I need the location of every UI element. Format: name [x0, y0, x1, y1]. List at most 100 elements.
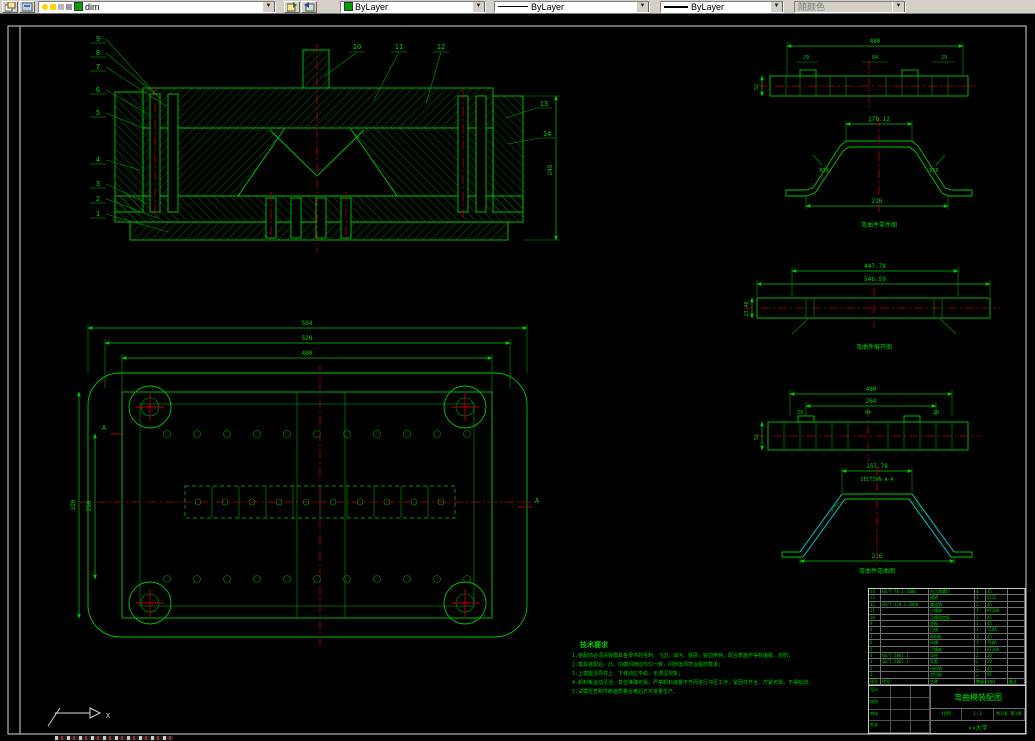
callout-5: 5	[96, 109, 100, 117]
layer-combo[interactable]: dim ▼	[38, 0, 276, 13]
layer-combo-value: dim	[85, 1, 100, 12]
strip-top-d3: 29	[941, 55, 947, 61]
plan-dim-inner: 480	[302, 350, 313, 357]
make-layer-current-icon	[286, 1, 297, 11]
signature-row: 设计	[869, 686, 930, 698]
plan-dim-mid: 520	[302, 335, 313, 342]
layer-states-button[interactable]	[19, 0, 35, 13]
callout-9: 9	[96, 35, 100, 43]
strip-layout-view-top[interactable]: 480 29 84 29 52	[754, 38, 978, 110]
callout-3: 3	[96, 180, 100, 188]
layer-previous-button[interactable]	[301, 0, 317, 13]
flat-caption: 弯曲件展开图	[856, 343, 892, 351]
organization-name: ××大学	[968, 724, 988, 732]
plan-dim-left1: 320	[70, 499, 77, 510]
linetype-sample-icon	[498, 6, 528, 7]
section-aa-view[interactable]: 157.78 SECTION A-A 216 弯曲件弯曲图	[781, 463, 973, 575]
bom-table: 14 GB/T 70.1-2000 内六角螺钉 4 45 13 模柄 1 Q235 12 G…	[869, 589, 1025, 686]
drawing-name: 弯曲模装配图	[931, 686, 1025, 709]
notes-title: 技术要求	[580, 641, 608, 649]
scale-row: 比例 1:1 共1张 第1张	[931, 709, 1025, 721]
callout-7: 7	[96, 63, 100, 71]
ucs-x-label: X	[106, 712, 111, 720]
signature-row: 批准	[869, 721, 930, 733]
plotstyle-combo-arrow: ▼	[892, 1, 905, 12]
color-combo[interactable]: ByLayer ▼	[340, 0, 486, 13]
layer-color-swatch	[74, 2, 83, 11]
callout-10: 10	[353, 43, 361, 51]
screw-holes	[163, 430, 471, 583]
strip-bottom-d3: 29	[933, 410, 939, 416]
flat-pattern-view[interactable]: 447.78 546.59 23.48 弯曲件展开图	[744, 263, 1000, 351]
plan-dimensions: 584 520 480 320 250	[70, 320, 528, 619]
sheet-info: 共1张 第1张	[994, 709, 1025, 720]
scale-value: 1:1	[962, 709, 994, 720]
lineweight-combo-value: ByLayer	[691, 1, 725, 12]
color-combo-value: ByLayer	[355, 1, 389, 12]
layer-lock-icon	[58, 3, 64, 10]
flat-left-dim: 23.48	[744, 301, 750, 316]
current-color-swatch	[344, 2, 353, 11]
linetype-combo[interactable]: ByLayer ▼	[494, 0, 650, 13]
strip-top-d2: 84	[872, 55, 878, 61]
ucs-icon: X	[47, 707, 111, 727]
title-block: 14 GB/T 70.1-2000 内六角螺钉 4 45 13 模柄 1 Q235 12 G…	[868, 588, 1026, 734]
linetype-combo-arrow[interactable]: ▼	[636, 1, 649, 12]
signature-row: 审核	[869, 709, 930, 722]
note-line: 2.模具装配后，凸、凹模间隙应均匀一致，间隙值须符合图样要求；	[572, 662, 724, 668]
layers-dialog-button[interactable]	[2, 0, 18, 13]
strip-bottom-w: 480	[866, 386, 877, 393]
drawing-name-column: 弯曲模装配图 比例 1:1 共1张 第1张 ××大学	[931, 686, 1025, 733]
bend-r-right: R10	[929, 168, 938, 174]
callout-12: 12	[437, 43, 445, 51]
strip-top-h: 52	[754, 84, 760, 90]
note-line: 3.上模座沿导柱上、下移动应平稳，无滞涩现象；	[572, 671, 684, 677]
bend-bottom-dim: 216	[872, 198, 883, 205]
strip-bottom-h: 52	[754, 434, 760, 440]
callout-1: 1	[96, 210, 100, 218]
assembly-plan-view[interactable]: 584 520 480 320 250 A A	[70, 320, 540, 645]
lineweight-combo-arrow[interactable]: ▼	[770, 1, 783, 12]
callout-8: 8	[96, 49, 100, 57]
plotstyle-combo-value: 随颜色	[798, 2, 826, 12]
strip-bottom-d1: 29	[797, 410, 803, 416]
bend-caption: 弯曲件零件图	[861, 221, 897, 229]
layer-on-icon	[42, 3, 48, 10]
plan-dim-outer: 584	[302, 320, 313, 327]
layer-states-icon	[21, 2, 32, 11]
section-label-right: A	[535, 497, 540, 505]
strip-layout-view-bottom[interactable]: 480 264 29 84 29 52	[754, 386, 980, 462]
strip-top-d1: 29	[803, 55, 809, 61]
layer-previous-icon	[303, 1, 314, 11]
layer-plot-icon	[66, 3, 72, 10]
object-properties-toolbar: dim ▼ ByLayer ▼ ByLayer ▼ ByLayer ▼ 随颜色 …	[0, 0, 1035, 14]
strip-top-width: 480	[870, 38, 881, 45]
plotstyle-combo: 随颜色 ▼	[794, 0, 906, 13]
note-line: 5.试模检查制件断面质量合格后方可批量生产。	[572, 689, 679, 695]
color-combo-arrow[interactable]: ▼	[472, 1, 485, 12]
callout-14: 14	[543, 130, 551, 138]
section-right-dim: 245	[547, 164, 554, 175]
flat-dim1: 447.78	[864, 263, 886, 270]
guide-pillar-bosses	[128, 385, 487, 625]
callout-13: 13	[540, 100, 548, 108]
section-aa-caption: 弯曲件弯曲图	[859, 567, 895, 575]
layer-combo-arrow[interactable]: ▼	[262, 1, 275, 12]
scale-label: 比例	[931, 709, 963, 720]
lineweight-sample-icon	[664, 5, 688, 8]
layer-thaw-icon	[50, 3, 56, 10]
bent-part-view[interactable]: 178.12 R10 R10 216 弯曲件零件图	[785, 116, 973, 229]
section-label-left: A	[102, 424, 107, 432]
assembly-section-view[interactable]: 245 1 2 3 4 5 6 7 8 9 10 11 12 13 14	[90, 35, 560, 252]
technical-notes: 技术要求 1.装配前必须清除模具各零件的毛刺、飞边、油污、铁屑，锐边倒钝，配合表…	[572, 640, 877, 722]
note-line: 4.卸料板运动灵活，复位准确可靠，严禁卸料装置不齐而进行冲压工作，紧固件齐全、拧…	[572, 680, 814, 686]
callout-4: 4	[96, 156, 100, 164]
bend-r-left: R10	[819, 168, 828, 174]
plan-dim-left2: 250	[86, 500, 93, 511]
note-line: 1.装配前必须清除模具各零件的毛刺、飞边、油污、铁屑，锐边倒钝，配合表面不得有磕…	[572, 653, 794, 659]
make-object-layer-current-button[interactable]	[284, 0, 300, 13]
signature-column: 设计 校核 审核 批准	[869, 686, 931, 733]
callout-6: 6	[96, 86, 100, 94]
lineweight-combo[interactable]: ByLayer ▼	[660, 0, 784, 13]
signature-row: 校核	[869, 697, 930, 710]
